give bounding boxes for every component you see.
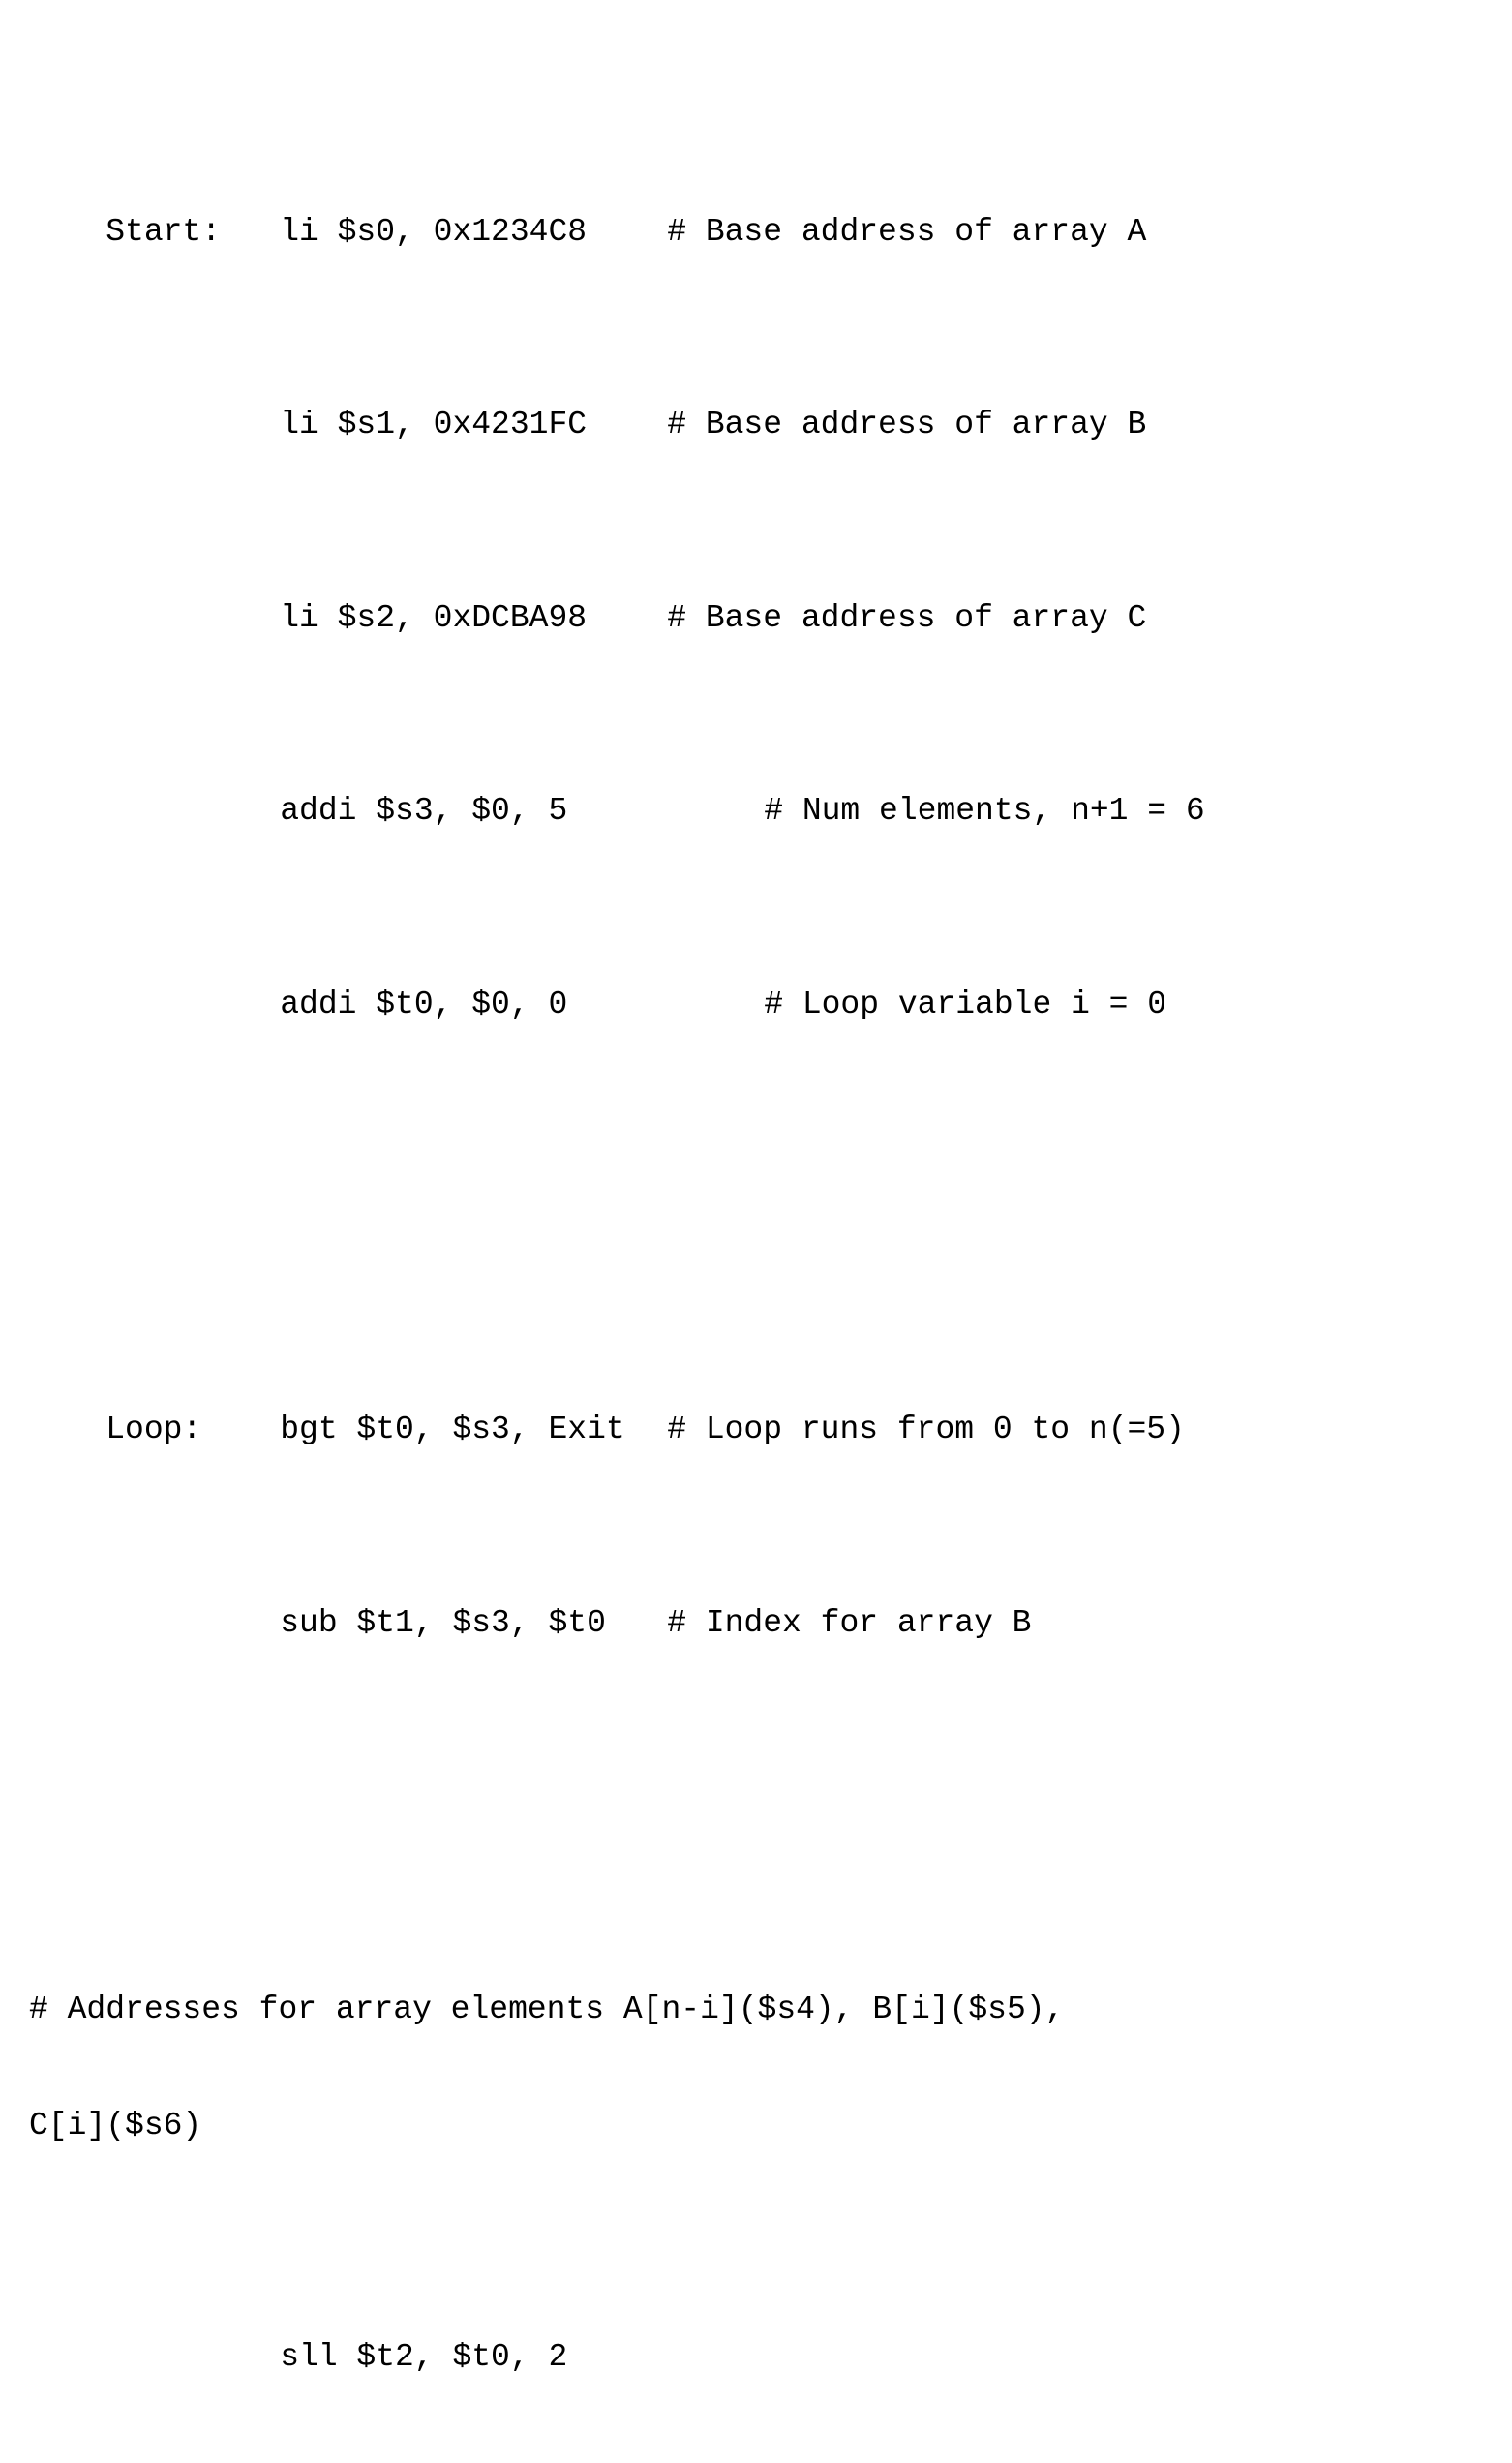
code-instr: li $s0, 0x1234C8 xyxy=(280,213,667,252)
code-comment: C[i]($s6) xyxy=(29,2108,201,2144)
code-instr: sub $t1, $s3, $t0 xyxy=(280,1604,667,1643)
code-label-loop: Loop: xyxy=(106,1411,280,1449)
code-instr: sll $t2, $t0, 2 xyxy=(280,2338,667,2377)
code-comment-line: C[i]($s6) xyxy=(29,2107,1483,2145)
code-comment: # Index for array B xyxy=(667,1604,1031,1643)
code-instr: addi $t0, $0, 0 xyxy=(280,986,764,1024)
code-line: li $s2, 0xDCBA98# Base address of array … xyxy=(29,561,1483,677)
code-comment: # Loop variable i = 0 xyxy=(764,986,1166,1024)
code-line: addi $s3, $0, 5# Num elements, n+1 = 6 xyxy=(29,754,1483,870)
code-comment: # Base address of array B xyxy=(667,406,1146,444)
code-line: Loop:bgt $t0, $s3, Exit# Loop runs from … xyxy=(29,1372,1483,1488)
code-line: sub $t1, $s3, $t0# Index for array B xyxy=(29,1566,1483,1682)
code-comment-line: # Addresses for array elements A[n-i]($s… xyxy=(29,1991,1483,2029)
mips-code-block: Start:li $s0, 0x1234C8# Base address of … xyxy=(29,19,1483,2463)
code-comment: # Base address of array A xyxy=(667,213,1146,252)
code-line: addi $t0, $0, 0# Loop variable i = 0 xyxy=(29,947,1483,1063)
code-instr: addi $s3, $0, 5 xyxy=(280,792,764,831)
code-comment: # Base address of array C xyxy=(667,599,1146,638)
code-comment: # Num elements, n+1 = 6 xyxy=(764,792,1204,831)
blank-line xyxy=(29,1797,1483,1836)
code-line: sll $t2, $t0, 2 xyxy=(29,2299,1483,2416)
code-comment: # Loop runs from 0 to n(=5) xyxy=(667,1411,1185,1449)
blank-line xyxy=(29,1179,1483,1218)
code-line: li $s1, 0x4231FC# Base address of array … xyxy=(29,367,1483,483)
code-line: Start:li $s0, 0x1234C8# Base address of … xyxy=(29,174,1483,290)
code-label-start: Start: xyxy=(106,213,280,252)
code-instr: li $s2, 0xDCBA98 xyxy=(280,599,667,638)
code-instr: bgt $t0, $s3, Exit xyxy=(280,1411,667,1449)
code-instr: li $s1, 0x4231FC xyxy=(280,406,667,444)
code-comment: # Addresses for array elements A[n-i]($s… xyxy=(29,1992,1064,2027)
